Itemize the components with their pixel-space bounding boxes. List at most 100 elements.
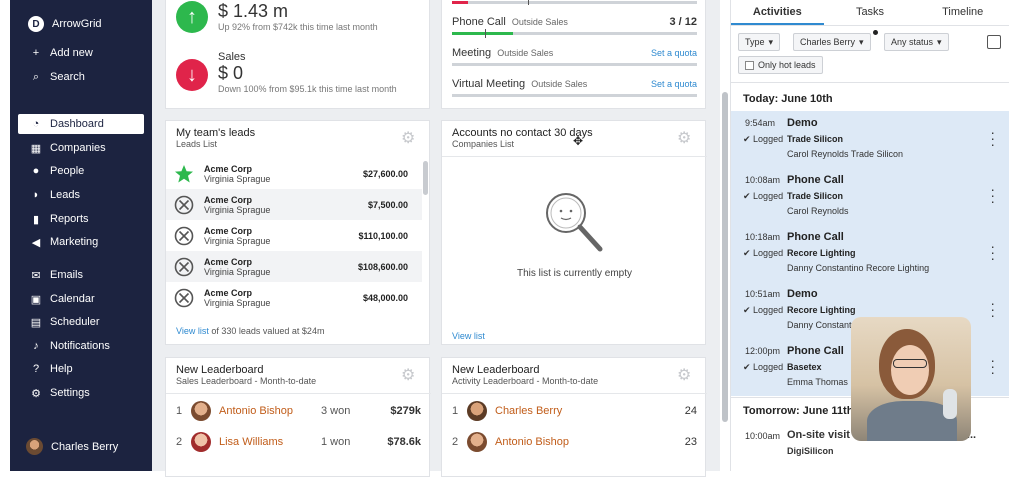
card-title: My team's leads [176,127,256,139]
sidebar-item-people[interactable]: ● People [18,161,144,181]
chevron-down-icon: ▾ [859,36,864,47]
sidebar-item-marketing[interactable]: ◀ Marketing [18,232,144,252]
sidebar-item-reports[interactable]: ▮ Reports [18,209,144,229]
type-filter[interactable]: Type ▾ [738,33,781,51]
leaderboard-row[interactable]: 2 Lisa Williams 1 won $78.6k [176,431,421,453]
leaderboard-row[interactable]: 1 Charles Berry 24 [452,400,697,422]
quota-progress-fill [452,32,514,35]
person-icon: ● [32,165,40,177]
card-subtitle: Activity Leaderboard - Month-to-date [452,376,599,386]
more-menu-icon[interactable]: · · · [990,296,995,322]
sidebar-item-scheduler[interactable]: ▤ Scheduler [18,312,144,332]
lost-circle-icon [174,226,194,246]
app-logo[interactable]: D ArrowGrid [28,16,102,32]
scrollbar[interactable] [423,161,428,195]
quota-phone-call[interactable]: Phone Call Outside Sales 3 / 12 [452,16,697,28]
dashboard-main: ↑ $ 1.43 m Up 92% from $742k this time l… [152,0,728,477]
scheduler-icon: ▤ [30,316,42,329]
leaderboard-row[interactable]: 2 Antonio Bishop 23 [452,431,697,453]
add-new-button[interactable]: + Add new [18,43,144,63]
gear-icon[interactable]: ⚙ [401,368,417,384]
view-list-link[interactable]: View list [176,326,209,336]
stats-card: ↑ $ 1.43 m Up 92% from $742k this time l… [165,0,430,109]
user-name: Charles Berry [51,440,119,453]
lead-row[interactable]: Acme Corp Virginia Sprague $27,600.00 [166,158,422,189]
sidebar-item-companies[interactable]: ▦ Companies [18,138,144,158]
tab-tasks[interactable]: Tasks [824,0,917,25]
arrow-up-icon: ↑ [176,1,208,33]
status-filter[interactable]: Any status ▾ [884,33,949,51]
lost-circle-icon [174,257,194,277]
set-quota-link[interactable]: Set a quota [651,79,697,89]
card-subtitle: Sales Leaderboard - Month-to-date [176,376,317,386]
glasses-icon [893,359,927,368]
empty-magnifier-icon [546,193,603,252]
avatar [467,401,487,421]
more-menu-icon[interactable]: · · · [990,182,995,208]
activity-item[interactable]: 10:18am Phone Call ✔ Logged Recore Light… [731,225,1009,282]
stat-up-value: $ 1.43 m [218,1,289,21]
stat-up: ↑ $ 1.43 m Up 92% from $742k this time l… [176,1,378,33]
lost-circle-icon [174,288,194,308]
logged-status: ✔ Logged [743,305,784,315]
gear-icon[interactable]: ⚙ [677,131,693,147]
logo-badge: D [28,16,44,32]
chevron-down-icon: ▾ [937,36,942,47]
sidebar-item-notifications[interactable]: ♪ Notifications [18,336,144,356]
more-menu-icon[interactable]: · · · [990,239,995,265]
card-title: Accounts no contact 30 days [452,127,593,139]
sidebar-item-dashboard[interactable]: ◔ Dashboard [18,114,144,134]
sidebar-item-settings[interactable]: ⚙ Settings [18,383,144,403]
avatar [26,438,43,455]
activity-item[interactable]: 9:54am Demo ✔ Logged Trade Silicon Carol… [731,111,1009,168]
view-list-link[interactable]: View list [452,331,485,341]
sidebar-item-emails[interactable]: ✉ Emails [18,265,144,285]
logged-status: ✔ Logged [743,248,784,258]
presenter-face [891,345,929,395]
tab-timeline[interactable]: Timeline [916,0,1009,25]
app-name: ArrowGrid [52,18,102,30]
quota-meeting: Meeting Outside Sales Set a quota [452,47,697,59]
stat-sales-note: Down 100% from $95.1k this time last mon… [218,84,397,94]
dashboard-scrollbar[interactable] [722,92,728,422]
stat-sales-value: $ 0 [218,63,244,83]
bar-chart-icon: ▮ [32,213,40,226]
logged-status: ✔ Logged [743,134,784,144]
user-menu[interactable]: Charles Berry [26,438,118,455]
sidebar-item-leads[interactable]: ◗ Leads [18,185,144,205]
card-title: New Leaderboard [176,364,264,376]
activity-item[interactable]: 10:08am Phone Call ✔ Logged Trade Silico… [731,168,1009,225]
lead-row[interactable]: Acme Corp Virginia Sprague $110,100.00 [166,220,422,251]
gauge-icon: ◔ [32,118,40,130]
empty-state-text: This list is currently empty [516,268,633,279]
card-title: New Leaderboard [452,364,540,376]
lead-row[interactable]: Acme Corp Virginia Sprague $108,600.00 [166,251,422,282]
lead-row[interactable]: Acme Corp Virginia Sprague $48,000.00 [166,282,422,313]
more-menu-icon[interactable]: · · · [990,353,995,379]
gear-icon[interactable]: ⚙ [677,368,693,384]
calendar-icon: ▣ [30,293,42,306]
gear-icon[interactable]: ⚙ [401,131,417,147]
stat-sales: ↓ Sales $ 0 Down 100% from $95.1k this t… [176,51,397,94]
quota-progress-bar [452,32,697,35]
card-subtitle: Companies List [452,139,515,149]
checkbox[interactable] [745,60,754,70]
quota-bar-top [452,1,697,4]
leaderboard-row[interactable]: 1 Antonio Bishop 3 won $279k [176,400,421,422]
sidebar-item-help[interactable]: ? Help [18,359,144,379]
calendar-icon[interactable] [987,35,1001,49]
tab-activities[interactable]: Activities [731,0,824,25]
sidebar-item-calendar[interactable]: ▣ Calendar [18,289,144,309]
avatar [467,432,487,452]
set-quota-link[interactable]: Set a quota [651,48,697,58]
lead-row[interactable]: Acme Corp Virginia Sprague $7,500.00 [166,189,422,220]
more-menu-icon[interactable]: · · · [990,125,995,151]
quota-team: Outside Sales [511,17,568,27]
stat-sales-label: Sales [218,51,246,63]
hot-leads-toggle[interactable]: Only hot leads [738,56,823,74]
search-button[interactable]: ⌕ Search [18,67,144,87]
quota-name: Phone Call [452,16,506,28]
cursor-move-icon: ✥ [573,134,584,148]
user-filter[interactable]: Charles Berry ▾ [793,33,871,51]
chevron-down-icon: ▾ [768,36,774,47]
